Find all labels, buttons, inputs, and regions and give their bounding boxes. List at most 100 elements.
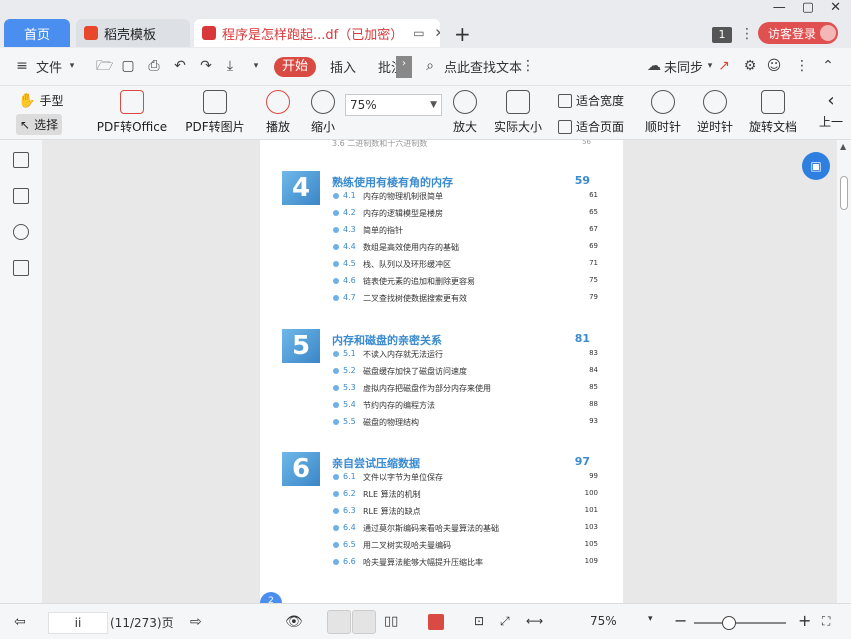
toc-section[interactable]: 5.2 磁盘缓存加快了磁盘访问速度 84	[332, 364, 598, 381]
chapter-title[interactable]: 内存和磁盘的亲密关系	[332, 332, 442, 348]
toc-section[interactable]: 6.2 RLE 算法的机制 100	[332, 487, 598, 504]
bullet-icon	[333, 419, 339, 425]
tab-insert[interactable]: 插入	[330, 57, 356, 76]
share-icon[interactable]: ↗	[716, 58, 732, 74]
two-page-view-icon[interactable]: ▯▯	[384, 614, 398, 629]
zoom-dropdown-icon[interactable]: ▾	[648, 614, 653, 624]
search-text[interactable]: 点此查找文本	[444, 57, 522, 76]
fit-width-button[interactable]: 适合宽度	[558, 92, 624, 109]
redo-icon[interactable]: ↷	[198, 58, 214, 74]
actual-size-button[interactable]: 实际大小	[492, 90, 544, 135]
actual-size-label: 实际大小	[493, 120, 542, 134]
pdf-to-office-button[interactable]: PDF转Office	[92, 90, 172, 135]
thumbnail-icon[interactable]	[13, 188, 29, 204]
zoom-slider-knob[interactable]	[722, 616, 736, 630]
chapter-title[interactable]: 亲自尝试压缩数据	[332, 455, 420, 471]
outline-icon[interactable]	[13, 152, 29, 168]
fit-page-button[interactable]: 适合页面	[558, 118, 624, 135]
fit-width-status-icon[interactable]: ⟷	[526, 614, 543, 628]
zoom-select[interactable]: 75% ▼	[345, 94, 442, 116]
prev-page-button[interactable]: ‹ 上一	[816, 90, 846, 130]
tab-home[interactable]: 首页	[4, 19, 70, 47]
fullscreen-icon[interactable]: ⛶	[822, 614, 830, 629]
toc-section[interactable]: 4.1 内存的物理机制很简单 61	[332, 189, 598, 206]
quick-access-dropdown-icon[interactable]: ▾	[248, 58, 264, 74]
toc-section[interactable]: 6.1 文件以字节为单位保存 99	[332, 470, 598, 487]
toc-section[interactable]: 6.4 通过莫尔斯编码来看哈夫曼算法的基础 103	[332, 521, 598, 538]
rotate-doc-button[interactable]: 旋转文档	[748, 90, 798, 135]
play-button[interactable]: 播放	[262, 90, 294, 135]
rotate-cw-button[interactable]: 顺时针	[644, 90, 682, 135]
toc-section[interactable]: 6.5 用二叉树实现哈夫曼编码 105	[332, 538, 598, 555]
zoom-slider[interactable]	[694, 616, 786, 630]
menu-file[interactable]: 文件	[36, 57, 62, 76]
toc-section[interactable]: 6.6 哈夫曼算法能够大幅提升压缩比率 109	[332, 555, 598, 572]
open-folder-icon[interactable]: 🗁	[96, 58, 113, 74]
vertical-scrollbar[interactable]: ▲	[837, 140, 851, 603]
more-icon[interactable]: ⋮	[740, 26, 754, 42]
toc-section[interactable]: 5.5 磁盘的物理结构 93	[332, 415, 598, 432]
single-page-view-button[interactable]	[352, 610, 376, 634]
user-icon[interactable]: ☺	[766, 58, 782, 74]
toc-section[interactable]: 5.4 节约内存的编程方法 88	[332, 398, 598, 415]
select-tool-button[interactable]: ↖ 选择	[16, 114, 63, 135]
section-title: 用二叉树实现哈夫曼编码	[363, 541, 451, 550]
toc-section[interactable]: 4.7 二叉查找树使数据搜索更有效 79	[332, 291, 598, 308]
hand-tool-button[interactable]: ✋ 手型	[18, 92, 63, 109]
window-restore-icon[interactable]: ▭	[413, 26, 424, 40]
menu-scroll-right-icon[interactable]: ›	[396, 56, 412, 78]
login-button[interactable]: 访客登录	[758, 22, 838, 44]
actual-size-status-icon[interactable]: ⊡	[474, 614, 484, 628]
more-vert-icon[interactable]: ⋮	[520, 58, 536, 74]
toc-section[interactable]: 4.3 简单的指针 67	[332, 223, 598, 240]
toc-section[interactable]: 5.1 不读入内存就无法运行 83	[332, 347, 598, 364]
search-icon[interactable]: ⌕	[422, 58, 438, 74]
more-menu-icon[interactable]: ⋮	[794, 58, 810, 74]
cloud-sync-icon[interactable]: ☁	[646, 58, 662, 74]
toc-section[interactable]: 4.5 栈、队列以及环形缓冲区 71	[332, 257, 598, 274]
eye-icon[interactable]: 👁	[285, 614, 303, 630]
maximize-icon[interactable]: ▢	[802, 0, 814, 18]
page-input[interactable]: ii	[48, 612, 108, 634]
scroll-up-icon[interactable]: ▲	[840, 142, 846, 151]
scroll-thumb[interactable]	[840, 176, 848, 210]
floating-tool-button[interactable]: ▣	[802, 152, 830, 180]
settings-icon[interactable]: ⚙	[742, 58, 758, 74]
signature-icon[interactable]	[13, 260, 29, 276]
prev-page-icon[interactable]: ⇦	[14, 614, 26, 630]
chevron-down-icon[interactable]: ▾	[64, 58, 80, 74]
next-page-icon[interactable]: ⇨	[190, 614, 202, 630]
toc-section[interactable]: 5.3 虚拟内存把磁盘作为部分内存来使用 85	[332, 381, 598, 398]
close-tab-icon[interactable]: ✕	[435, 26, 440, 40]
collapse-ribbon-icon[interactable]: ⌃	[820, 58, 836, 74]
fit-page-status-icon[interactable]: ⤢	[500, 614, 510, 629]
annotation-icon[interactable]	[13, 224, 29, 240]
undo-icon[interactable]: ↶	[172, 58, 188, 74]
zoom-in-button[interactable]: 放大	[450, 90, 480, 135]
chapter-title[interactable]: 熟练使用有棱有角的内存	[332, 174, 453, 190]
close-window-icon[interactable]: ✕	[830, 0, 841, 18]
document-viewport[interactable]: 3.6 二进制数和十六进制数 56 4 熟练使用有棱有角的内存 59 4.1 内存的物理…	[42, 140, 837, 603]
rotate-ccw-button[interactable]: 逆时针	[696, 90, 734, 135]
toc-section[interactable]: 4.6 链表使元素的追加和删除更容易 75	[332, 274, 598, 291]
pdf-to-image-button[interactable]: PDF转图片	[184, 90, 246, 135]
print-icon[interactable]: ⎙	[146, 58, 162, 74]
export-icon[interactable]: ⤓	[222, 58, 238, 74]
toc-section[interactable]: 4.2 内存的逻辑模型是楼房 65	[332, 206, 598, 223]
toc-section[interactable]: 6.3 RLE 算法的缺点 101	[332, 504, 598, 521]
hamburger-icon[interactable]: ≡	[14, 58, 30, 74]
window-count-badge[interactable]: 1	[712, 27, 732, 43]
add-tab-icon[interactable]: +	[454, 22, 471, 46]
zoom-in-status-icon[interactable]: +	[798, 611, 811, 630]
tab-start[interactable]: 开始	[274, 57, 316, 77]
zoom-out-button[interactable]: 缩小	[308, 90, 338, 135]
tab-pdf-document[interactable]: 程序是怎样跑起...df（已加密） ▭ ✕	[194, 19, 440, 47]
tab-template[interactable]: 稻壳模板	[76, 19, 190, 47]
continuous-view-button[interactable]	[327, 610, 351, 634]
save-icon[interactable]: ▢	[120, 58, 136, 74]
toc-section[interactable]: 4.4 数组是高效使用内存的基础 69	[332, 240, 598, 257]
minimize-icon[interactable]: —	[773, 0, 786, 18]
zoom-out-status-icon[interactable]: −	[674, 611, 687, 630]
play-icon[interactable]	[428, 614, 444, 630]
sync-status[interactable]: 未同步	[664, 57, 703, 76]
